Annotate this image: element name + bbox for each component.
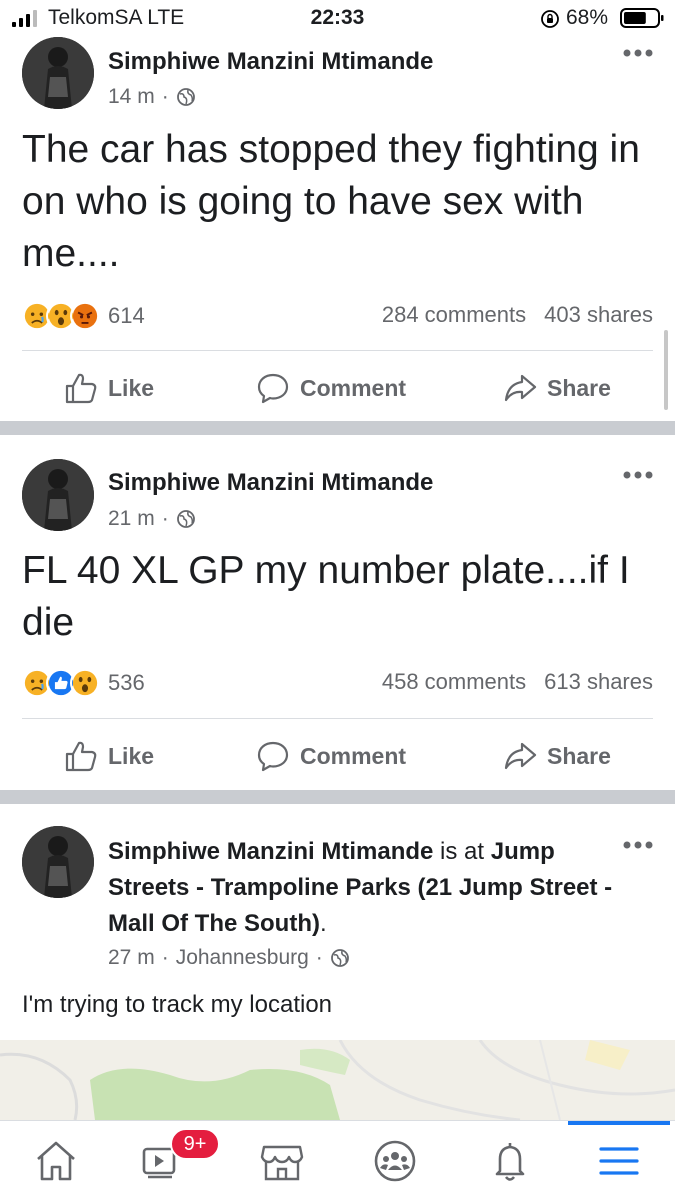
like-icon bbox=[65, 373, 97, 404]
post-time[interactable]: 27 m bbox=[108, 946, 155, 970]
globe-icon bbox=[176, 510, 195, 528]
home-icon[interactable] bbox=[28, 1135, 84, 1187]
comment-label: Comment bbox=[300, 742, 407, 769]
engagement-counts: 284 comments 403 shares bbox=[382, 302, 653, 328]
feed-separator bbox=[0, 421, 675, 435]
post-card: Simphiwe Manzini Mtimande 14 m · The car… bbox=[0, 36, 675, 421]
location-map[interactable] bbox=[0, 1040, 675, 1120]
scrollbar[interactable] bbox=[664, 330, 668, 410]
status-bar: TelkomSA LTE 22:33 68% bbox=[0, 0, 675, 36]
checkin-header: Simphiwe Manzini Mtimande is at Jump Str… bbox=[108, 834, 628, 942]
share-label: Share bbox=[547, 742, 611, 769]
author-name[interactable]: Simphiwe Manzini Mtimande bbox=[108, 48, 433, 76]
meta-separator: · bbox=[161, 507, 169, 530]
post-text: The car has stopped they fighting in on … bbox=[22, 128, 640, 275]
reaction-count: 536 bbox=[108, 670, 145, 695]
meta-separator: · bbox=[161, 946, 169, 969]
shares-count[interactable]: 613 shares bbox=[544, 669, 653, 695]
comment-button[interactable]: Comment bbox=[256, 358, 406, 418]
avatar[interactable] bbox=[22, 37, 94, 109]
engagement-counts: 458 comments 613 shares bbox=[382, 669, 653, 695]
like-button[interactable]: Like bbox=[64, 726, 154, 786]
period: . bbox=[319, 910, 327, 937]
share-icon bbox=[504, 374, 537, 402]
battery-icon bbox=[620, 8, 664, 28]
comment-label: Comment bbox=[300, 374, 407, 401]
share-icon bbox=[504, 742, 537, 770]
share-button[interactable]: Share bbox=[503, 358, 611, 418]
post-meta: 14 m · bbox=[108, 85, 196, 109]
comments-count[interactable]: 458 comments bbox=[382, 669, 526, 695]
post-card: Simphiwe Manzini Mtimande is at Jump Str… bbox=[0, 804, 675, 1040]
notifications-icon[interactable] bbox=[482, 1135, 538, 1187]
menu-icon[interactable] bbox=[591, 1135, 647, 1187]
angry-reaction-icon bbox=[70, 301, 100, 331]
reaction-summary[interactable]: 536 bbox=[22, 667, 145, 699]
bottom-nav bbox=[0, 1120, 675, 1200]
comment-button[interactable]: Comment bbox=[256, 726, 406, 786]
post-time[interactable]: 14 m bbox=[108, 85, 155, 109]
divider bbox=[22, 350, 653, 351]
meta-separator: · bbox=[315, 946, 323, 969]
post-text: FL 40 XL GP my number plate....if I die bbox=[22, 549, 630, 644]
post-actions: Like Comment Share bbox=[0, 726, 675, 786]
avatar[interactable] bbox=[22, 826, 94, 898]
reaction-count: 614 bbox=[108, 303, 145, 328]
post-meta: 27 m · Johannesburg · bbox=[108, 946, 350, 970]
post-time[interactable]: 21 m bbox=[108, 507, 155, 531]
post-card: Simphiwe Manzini Mtimande 21 m · FL 40 X… bbox=[0, 435, 675, 790]
post-actions: Like Comment Share bbox=[0, 358, 675, 418]
feed-separator bbox=[0, 790, 675, 804]
like-label: Like bbox=[108, 742, 155, 769]
watch-notification-badge: 9+ bbox=[170, 1128, 220, 1160]
marketplace-icon[interactable] bbox=[254, 1135, 310, 1187]
location-label[interactable]: Johannesburg bbox=[176, 946, 309, 970]
comment-icon bbox=[257, 741, 289, 772]
is-at-label: is at bbox=[440, 838, 485, 865]
share-button[interactable]: Share bbox=[503, 726, 611, 786]
post-meta: 21 m · bbox=[108, 507, 196, 531]
more-options-icon[interactable] bbox=[622, 840, 654, 850]
rotation-lock-icon bbox=[541, 10, 559, 28]
wow-reaction-icon bbox=[70, 668, 100, 698]
like-button[interactable]: Like bbox=[64, 358, 154, 418]
meta-separator: · bbox=[161, 85, 169, 108]
comments-count[interactable]: 284 comments bbox=[382, 302, 526, 328]
author-name[interactable]: Simphiwe Manzini Mtimande bbox=[108, 838, 433, 865]
share-label: Share bbox=[547, 374, 611, 401]
shares-count[interactable]: 403 shares bbox=[544, 302, 653, 328]
groups-icon[interactable] bbox=[367, 1135, 423, 1187]
globe-icon bbox=[176, 88, 195, 106]
divider bbox=[22, 718, 653, 719]
author-name[interactable]: Simphiwe Manzini Mtimande bbox=[108, 469, 433, 497]
like-icon bbox=[65, 741, 97, 772]
comment-icon bbox=[257, 373, 289, 404]
more-options-icon[interactable] bbox=[622, 470, 654, 480]
like-label: Like bbox=[108, 374, 155, 401]
post-text: I'm trying to track my location bbox=[22, 991, 333, 1018]
globe-icon bbox=[330, 949, 349, 967]
more-options-icon[interactable] bbox=[622, 48, 654, 58]
reaction-summary[interactable]: 614 bbox=[22, 300, 145, 332]
avatar[interactable] bbox=[22, 459, 94, 531]
active-tab-indicator bbox=[568, 1121, 670, 1125]
battery-percent: 68% bbox=[566, 6, 609, 29]
